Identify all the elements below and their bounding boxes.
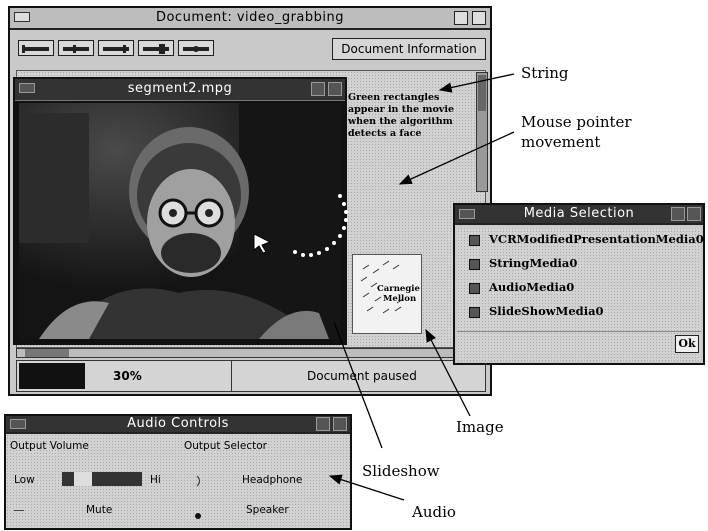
annotation-mouse-line2: movement — [521, 133, 601, 151]
image-arrow — [425, 328, 471, 417]
annotation-audio: Audio — [412, 503, 456, 521]
annotation-arrows — [328, 73, 515, 501]
annotation-mouse-line1: Mouse pointer — [521, 113, 632, 131]
string-arrow — [438, 73, 515, 93]
mouse-arrow — [398, 131, 515, 185]
slideshow-arrow — [333, 321, 383, 449]
annotation-slideshow: Slideshow — [362, 462, 440, 480]
annotation-string: String — [521, 64, 569, 82]
annotation-image: Image — [456, 418, 504, 436]
